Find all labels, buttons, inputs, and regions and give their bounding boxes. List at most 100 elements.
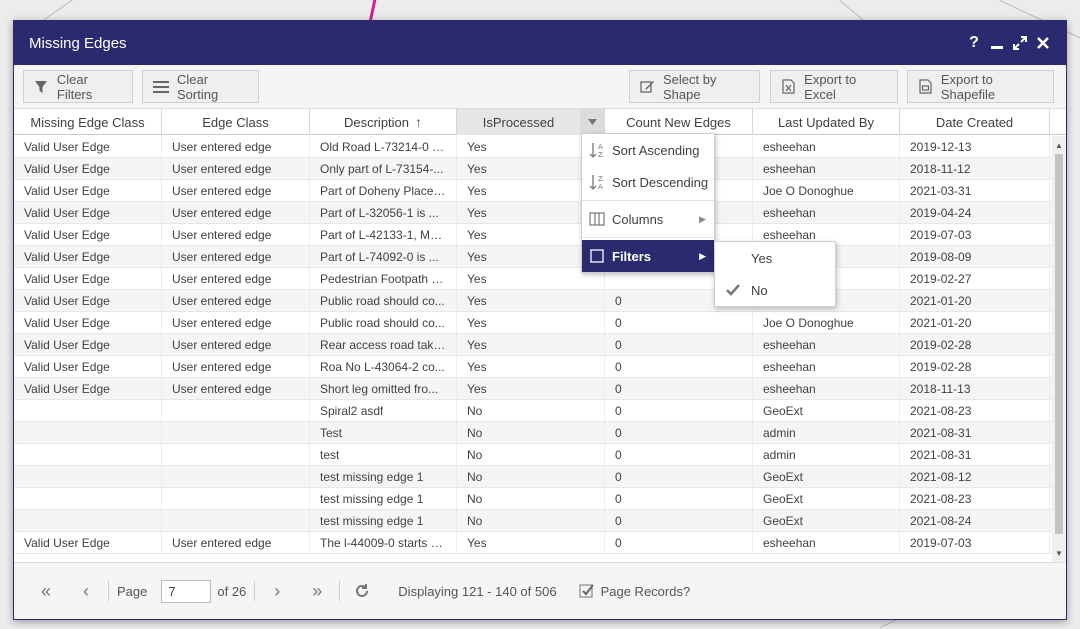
paging-toolbar: « ‹ Page of 26 › » Displaying 121 - 140 … <box>14 562 1066 619</box>
table-row[interactable]: Valid User Edge User entered edge Short le… <box>14 378 1052 400</box>
column-header-missing-edge-class[interactable]: Missing Edge Class <box>14 109 162 135</box>
column-header-date-created[interactable]: Date Created <box>900 109 1050 135</box>
page-count-label: of 26 <box>217 583 247 599</box>
column-header-edge-class[interactable]: Edge Class <box>162 109 310 135</box>
table-row[interactable]: Valid User Edge User entered edge Part of … <box>14 180 1052 202</box>
cell-description: Spiral2 asdf <box>310 400 457 421</box>
menu-item-sort-descending[interactable]: ZA Sort Descending <box>582 166 714 198</box>
cell-description: test missing edge 1 <box>310 466 457 487</box>
table-row[interactable]: Valid User Edge User entered edge Roa No L… <box>14 356 1052 378</box>
cell-last-updated-by: Joe O Donoghue <box>753 312 900 333</box>
first-page-icon[interactable]: « <box>32 579 60 603</box>
window-titlebar[interactable]: Missing Edges ? <box>14 21 1066 65</box>
help-icon[interactable]: ? <box>967 34 981 51</box>
table-row[interactable]: test missing edge 1 No 0 GeoExt 2021-08-12 <box>14 466 1052 488</box>
filter-checkbox-icon[interactable] <box>582 249 612 263</box>
menu-item-columns[interactable]: Columns ▶ <box>582 203 714 235</box>
column-menu-trigger[interactable] <box>580 109 604 135</box>
page-number-input[interactable] <box>161 579 212 603</box>
submenu-arrow-icon: ▶ <box>699 250 706 261</box>
column-header-description[interactable]: Description ↑ <box>310 109 457 135</box>
minimize-icon[interactable] <box>990 35 1004 51</box>
table-row[interactable]: Valid User Edge User entered edge Rear acc… <box>14 334 1052 356</box>
cell-date-created: 2019-12-13 <box>900 136 1050 157</box>
cell-description: Public road should co... <box>310 312 457 333</box>
scroll-down-arrow-icon[interactable]: ▼ <box>1052 546 1066 560</box>
cell-description: test missing edge 1 <box>310 488 457 509</box>
cell-last-updated-by: admin <box>753 444 900 465</box>
chevron-down-icon <box>587 119 597 125</box>
cell-missing-edge-class <box>14 422 162 443</box>
column-header-isprocessed[interactable]: IsProcessed <box>457 109 605 135</box>
table-row[interactable]: Valid User Edge User entered edge Old Road… <box>14 136 1052 158</box>
cell-missing-edge-class <box>14 400 162 421</box>
cell-last-updated-by: esheehan <box>753 356 900 377</box>
submenu-arrow-icon: ▶ <box>699 213 706 224</box>
toolbar: Clear Filters Clear Sorting Select by Sh… <box>14 65 1066 109</box>
table-row[interactable]: Valid User Edge User entered edge The l-44… <box>14 532 1052 554</box>
filter-option-yes[interactable]: Yes <box>715 242 835 274</box>
checkmark-icon <box>715 284 751 296</box>
table-row[interactable]: Valid User Edge User entered edge Part of … <box>14 246 1052 268</box>
menu-item-sort-ascending[interactable]: AZ Sort Ascending <box>582 134 714 166</box>
cell-date-created: 2021-08-31 <box>900 444 1050 465</box>
table-row[interactable]: test missing edge 1 No 0 GeoExt 2021-08-24 <box>14 510 1052 532</box>
cell-last-updated-by: esheehan <box>753 202 900 223</box>
cell-isprocessed: No <box>457 422 605 443</box>
cell-date-created: 2021-03-31 <box>900 180 1050 201</box>
table-row[interactable]: test No 0 admin 2021-08-31 <box>14 444 1052 466</box>
cell-missing-edge-class: Valid User Edge <box>14 224 162 245</box>
cell-description: Test <box>310 422 457 443</box>
cell-edge-class: User entered edge <box>162 356 310 377</box>
table-row[interactable]: Valid User Edge User entered edge Pedestri… <box>14 268 1052 290</box>
table-row[interactable]: Valid User Edge User entered edge Part of … <box>14 224 1052 246</box>
cell-count-new-edges: 0 <box>605 334 753 355</box>
cell-count-new-edges: 0 <box>605 532 753 553</box>
cell-isprocessed: No <box>457 466 605 487</box>
column-header-last-updated-by[interactable]: Last Updated By <box>753 109 900 135</box>
export-excel-button[interactable]: Export to Excel <box>770 70 898 103</box>
table-row[interactable]: Valid User Edge User entered edge Only par… <box>14 158 1052 180</box>
export-shapefile-button[interactable]: Export to Shapefile <box>907 70 1054 103</box>
table-row[interactable]: Valid User Edge User entered edge Part of … <box>14 202 1052 224</box>
cell-date-created: 2021-01-20 <box>900 312 1050 333</box>
cell-edge-class: User entered edge <box>162 180 310 201</box>
clear-sorting-button[interactable]: Clear Sorting <box>142 70 259 103</box>
refresh-icon[interactable] <box>348 579 376 603</box>
columns-icon <box>582 212 612 226</box>
window-title: Missing Edges <box>29 34 127 52</box>
cell-missing-edge-class: Valid User Edge <box>14 158 162 179</box>
select-by-shape-button[interactable]: Select by Shape <box>629 70 760 103</box>
filter-option-no[interactable]: No <box>715 274 835 306</box>
menu-item-filters[interactable]: Filters ▶ <box>582 240 714 272</box>
table-row[interactable]: Valid User Edge User entered edge Public r… <box>14 290 1052 312</box>
cell-last-updated-by: esheehan <box>753 334 900 355</box>
column-header-count-new-edges[interactable]: Count New Edges <box>605 109 753 135</box>
cell-edge-class: User entered edge <box>162 290 310 311</box>
cell-date-created: 2019-07-03 <box>900 224 1050 245</box>
vertical-scrollbar[interactable]: ▲ ▼ <box>1052 136 1066 562</box>
table-row[interactable]: Spiral2 asdf No 0 GeoExt 2021-08-23 <box>14 400 1052 422</box>
page-records-label: Page Records? <box>600 583 691 599</box>
clear-filters-button[interactable]: Clear Filters <box>23 70 133 103</box>
table-row[interactable]: Valid User Edge User entered edge Public r… <box>14 312 1052 334</box>
page-records-checkbox[interactable]: Page Records? <box>578 583 691 599</box>
checkbox-checked-icon <box>578 584 594 598</box>
scroll-up-arrow-icon[interactable]: ▲ <box>1052 138 1066 152</box>
close-icon[interactable] <box>1036 35 1050 51</box>
cell-edge-class <box>162 488 310 509</box>
table-row[interactable]: test missing edge 1 No 0 GeoExt 2021-08-23 <box>14 488 1052 510</box>
last-page-icon[interactable]: » <box>303 579 331 603</box>
table-row[interactable]: Test No 0 admin 2021-08-31 <box>14 422 1052 444</box>
list-icon <box>153 79 169 95</box>
cell-count-new-edges: 0 <box>605 510 753 531</box>
maximize-icon[interactable] <box>1013 35 1027 51</box>
filter-icon <box>34 79 49 95</box>
scroll-thumb[interactable] <box>1055 154 1063 534</box>
previous-page-icon[interactable]: ‹ <box>72 579 100 603</box>
cell-date-created: 2021-08-24 <box>900 510 1050 531</box>
cell-last-updated-by: esheehan <box>753 378 900 399</box>
cell-edge-class <box>162 466 310 487</box>
shapefile-icon <box>918 79 933 95</box>
next-page-icon[interactable]: › <box>263 579 291 603</box>
